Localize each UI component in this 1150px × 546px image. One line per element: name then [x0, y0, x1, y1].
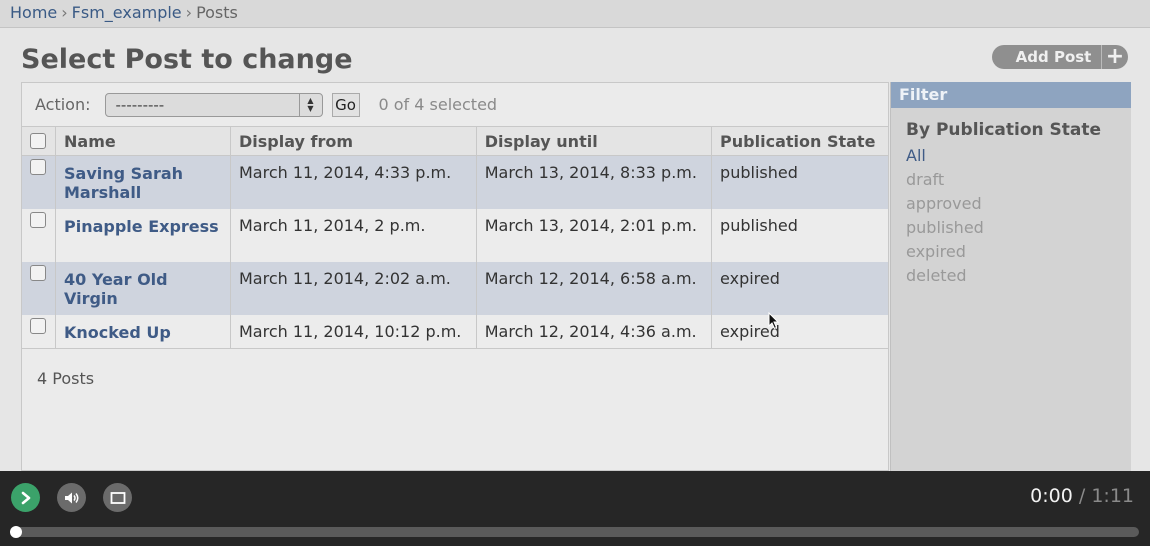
current-time: 0:00: [1030, 485, 1073, 507]
add-post-label: Add Post: [1015, 48, 1092, 66]
action-select-value: ---------: [115, 95, 165, 114]
filter-option-published[interactable]: published: [906, 216, 1131, 240]
scrubber-handle[interactable]: [10, 526, 22, 538]
display-until-cell: March 12, 2014, 6:58 a.m.: [476, 261, 713, 315]
row-select-cell: [22, 314, 56, 349]
breadcrumb-app-link[interactable]: Fsm_example: [72, 3, 182, 22]
play-button[interactable]: [11, 483, 40, 512]
mouse-cursor-icon: [768, 312, 780, 330]
breadcrumb-separator: ›: [185, 3, 193, 22]
breadcrumb: Home › Fsm_example › Posts: [0, 0, 1150, 28]
display-from-cell: March 11, 2014, 10:12 p.m.: [230, 314, 477, 349]
row-checkbox[interactable]: [30, 317, 46, 334]
results-table: Name Display from Display until Publicat…: [22, 127, 888, 349]
filter-option-approved[interactable]: approved: [906, 192, 1131, 216]
time-display: 0:00 / 1:11: [1030, 485, 1134, 507]
fullscreen-icon: [110, 491, 125, 504]
breadcrumb-home-link[interactable]: Home: [10, 3, 57, 22]
duration: 1:11: [1091, 485, 1134, 507]
row-checkbox[interactable]: [30, 159, 46, 175]
fullscreen-button[interactable]: [103, 483, 132, 512]
filter-option-deleted[interactable]: deleted: [906, 264, 1131, 288]
post-name-link[interactable]: Pinapple Express: [55, 208, 231, 262]
row-select-cell: [22, 208, 56, 262]
display-from-cell: March 11, 2014, 2:02 a.m.: [230, 261, 477, 315]
action-label: Action:: [35, 95, 91, 114]
changelist: Action: --------- ▲ ▼ Go 0 of 4 selected …: [21, 82, 889, 471]
display-from-cell: March 11, 2014, 4:33 p.m.: [230, 155, 477, 209]
table-row: 40 Year Old Virgin March 11, 2014, 2:02 …: [22, 261, 888, 315]
publication-state-cell: published: [720, 163, 798, 182]
publication-state-cell: published: [720, 215, 798, 235]
post-name-link[interactable]: Knocked Up: [55, 314, 231, 349]
breadcrumb-separator: ›: [61, 3, 68, 22]
filter-option-draft[interactable]: draft: [906, 168, 1131, 192]
row-checkbox[interactable]: [30, 211, 46, 228]
publication-state-cell: expired: [720, 321, 780, 341]
filter-option-all[interactable]: All: [906, 144, 1131, 168]
go-button[interactable]: Go: [331, 92, 360, 117]
row-select-cell: [22, 261, 56, 315]
column-header-display-until[interactable]: Display until: [476, 127, 713, 156]
time-separator: /: [1078, 485, 1086, 507]
filter-option-expired[interactable]: expired: [906, 240, 1131, 264]
row-checkbox[interactable]: [30, 264, 46, 281]
column-header-publication-state[interactable]: Publication State: [711, 127, 888, 156]
progress-bar[interactable]: [10, 526, 1139, 538]
action-select[interactable]: --------- ▲ ▼: [104, 92, 323, 117]
actions-bar: Action: --------- ▲ ▼ Go 0 of 4 selected: [22, 83, 888, 127]
post-name-link[interactable]: Saving Sarah Marshall: [55, 155, 231, 209]
page-title: Select Post to change: [21, 44, 353, 75]
select-all-cell: [22, 127, 56, 156]
plus-icon: +: [1101, 45, 1128, 69]
volume-button[interactable]: [57, 483, 86, 512]
column-header-name[interactable]: Name: [55, 127, 231, 156]
display-from-cell: March 11, 2014, 2 p.m.: [230, 208, 477, 262]
filter-sidebar: Filter By Publication State All draft ap…: [890, 82, 1131, 471]
post-name-link[interactable]: 40 Year Old Virgin: [55, 261, 231, 315]
volume-icon: [64, 492, 78, 503]
breadcrumb-current: Posts: [196, 3, 238, 22]
row-select-cell: [22, 155, 56, 209]
selection-counter: 0 of 4 selected: [378, 95, 498, 114]
table-header-row: Name Display from Display until Publicat…: [22, 127, 888, 156]
video-player-controls: 0:00 / 1:11: [0, 471, 1150, 546]
table-row: Knocked Up March 11, 2014, 10:12 p.m. Ma…: [22, 314, 888, 349]
column-header-display-from[interactable]: Display from: [230, 127, 477, 156]
add-post-button[interactable]: Add Post +: [992, 45, 1128, 69]
select-arrows-icon: ▲ ▼: [298, 93, 322, 116]
filter-options: All draft approved published expired del…: [891, 144, 1131, 288]
publication-state-cell: expired: [720, 268, 780, 288]
paginator: 4 Posts: [37, 369, 95, 388]
filter-heading: By Publication State: [906, 120, 1102, 140]
select-all-checkbox[interactable]: [30, 133, 46, 149]
display-until-cell: March 12, 2014, 4:36 a.m.: [476, 314, 713, 349]
display-until-cell: March 13, 2014, 2:01 p.m.: [476, 208, 713, 262]
display-until-cell: March 13, 2014, 8:33 p.m.: [476, 155, 713, 209]
table-row: Pinapple Express March 11, 2014, 2 p.m. …: [22, 208, 888, 262]
table-row: Saving Sarah Marshall March 11, 2014, 4:…: [22, 155, 888, 209]
filter-title: Filter: [891, 82, 1131, 108]
chevron-right-icon: [21, 491, 30, 504]
